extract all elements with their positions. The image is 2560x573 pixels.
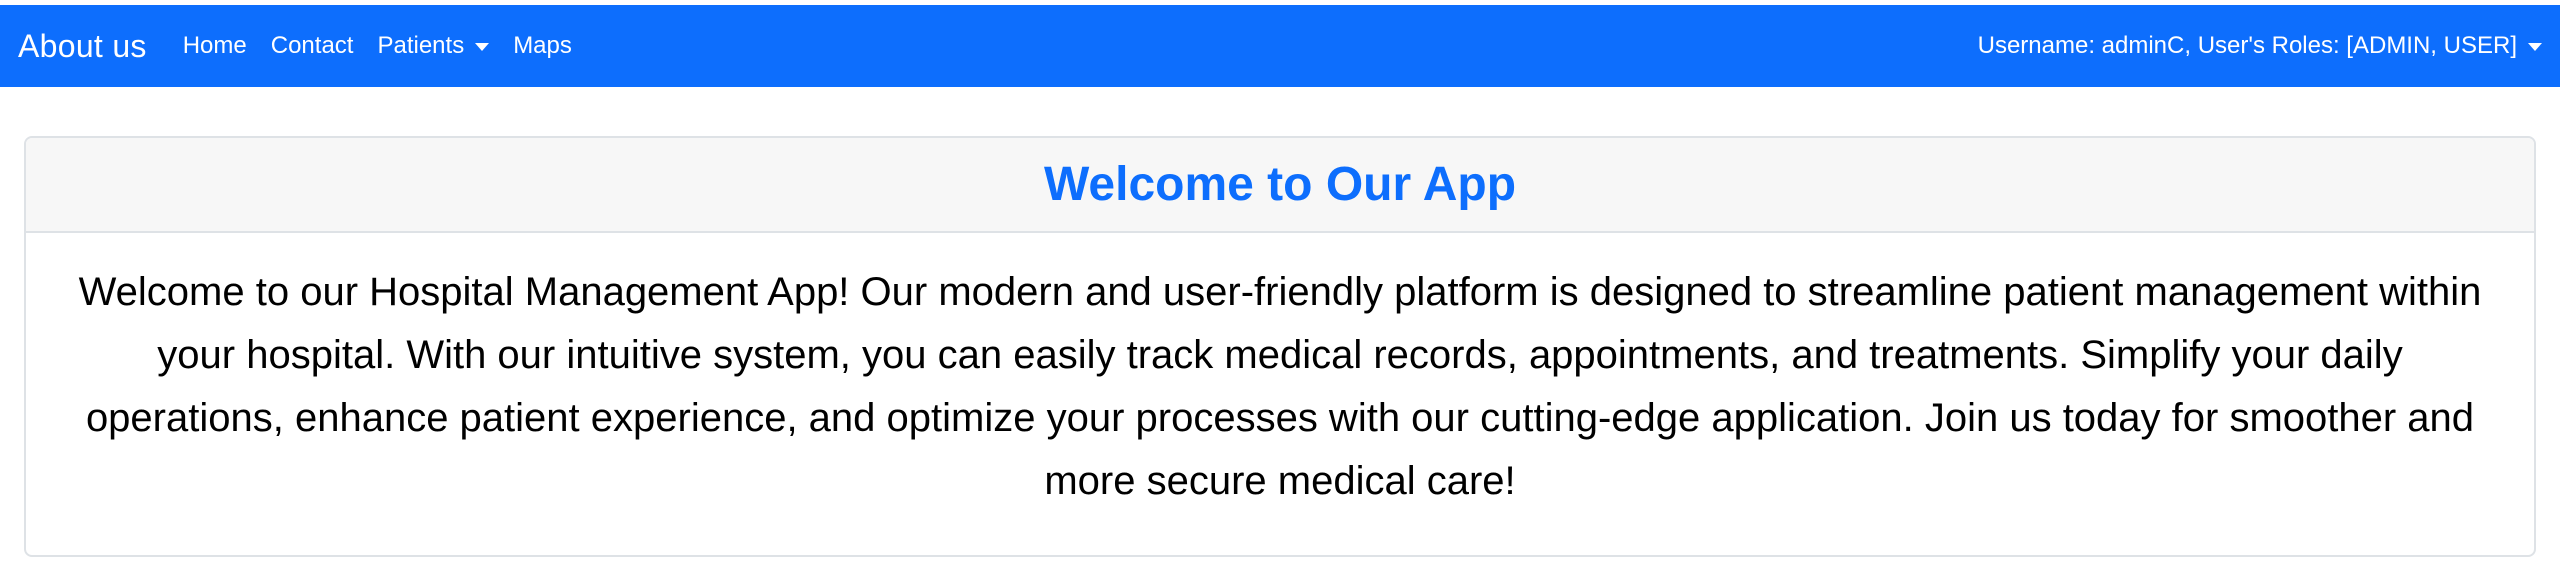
welcome-card: Welcome to Our App Welcome to our Hospit… <box>24 136 2536 557</box>
nav-dropdown-patients[interactable]: Patients <box>377 32 490 60</box>
navbar: About us Home Contact Patients Maps User… <box>0 5 2560 87</box>
brand-link[interactable]: About us <box>18 28 147 65</box>
nav-dropdown-patients-label: Patients <box>377 32 465 59</box>
caret-down-icon <box>2528 43 2542 51</box>
nav-link-maps[interactable]: Maps <box>513 32 572 60</box>
caret-down-icon <box>475 43 490 51</box>
card-header: Welcome to Our App <box>26 138 2534 233</box>
card-title: Welcome to Our App <box>1043 158 1517 211</box>
navbar-left: About us Home Contact Patients Maps <box>18 28 596 65</box>
card-body: Welcome to our Hospital Management App! … <box>26 233 2534 513</box>
user-menu-label: Username: adminC, User's Roles: [ADMIN, … <box>1977 32 2517 59</box>
nav-link-contact[interactable]: Contact <box>271 32 354 60</box>
welcome-text: Welcome to our Hospital Management App! … <box>78 270 2482 503</box>
user-menu-dropdown[interactable]: Username: adminC, User's Roles: [ADMIN, … <box>1978 32 2542 60</box>
nav-link-home[interactable]: Home <box>183 32 247 60</box>
